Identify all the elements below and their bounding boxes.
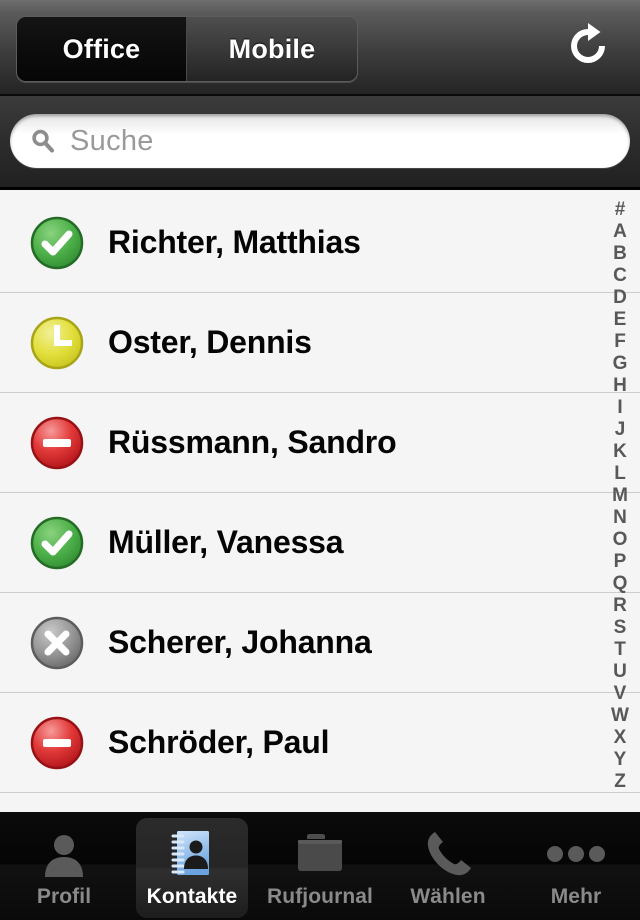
ellipsis-icon: [545, 828, 607, 880]
refresh-icon: [562, 20, 614, 77]
status-available-icon: [28, 214, 86, 272]
status-busy-icon: [28, 414, 86, 472]
segment-mobile-label: Mobile: [229, 34, 316, 65]
index-letter[interactable]: #: [600, 199, 640, 221]
search-placeholder: Suche: [70, 125, 154, 158]
segment-mobile[interactable]: Mobile: [187, 17, 357, 81]
contact-name: Richter, Matthias: [108, 224, 361, 261]
search-bar: Suche: [0, 96, 640, 190]
index-letter[interactable]: M: [600, 485, 640, 507]
segment-office-label: Office: [63, 34, 141, 65]
contacts-list[interactable]: Richter, Matthias Oster, Dennis: [0, 193, 640, 812]
index-letter[interactable]: E: [600, 309, 640, 331]
phone-handset-icon: [421, 828, 475, 880]
account-segmented-control[interactable]: Office Mobile: [16, 16, 358, 82]
top-bar: Office Mobile: [0, 0, 640, 96]
tab-kontakte-label: Kontakte: [147, 885, 238, 909]
index-letter[interactable]: S: [600, 617, 640, 639]
person-icon: [39, 828, 89, 880]
tab-waehlen-label: Wählen: [410, 885, 485, 909]
table-row[interactable]: Rüssmann, Sandro: [0, 393, 640, 493]
index-letter[interactable]: F: [600, 331, 640, 353]
tab-bar: Profil: [0, 812, 640, 920]
search-icon: [30, 128, 56, 154]
tab-waehlen[interactable]: Wählen: [384, 812, 512, 920]
table-row[interactable]: Scherer, Johanna: [0, 593, 640, 693]
index-letter[interactable]: J: [600, 419, 640, 441]
index-letter[interactable]: B: [600, 243, 640, 265]
tab-profil[interactable]: Profil: [0, 812, 128, 920]
contact-name: Scherer, Johanna: [108, 624, 372, 661]
contact-name: Rüssmann, Sandro: [108, 424, 396, 461]
search-input[interactable]: Suche: [10, 114, 630, 168]
index-letter[interactable]: A: [600, 221, 640, 243]
index-letter[interactable]: Z: [600, 771, 640, 793]
index-letter[interactable]: K: [600, 441, 640, 463]
table-row[interactable]: [0, 793, 640, 812]
index-letter[interactable]: D: [600, 287, 640, 309]
address-book-icon: [167, 828, 217, 880]
status-busy-icon: [28, 714, 86, 772]
index-letter[interactable]: C: [600, 265, 640, 287]
segment-office[interactable]: Office: [17, 17, 187, 81]
tab-mehr-label: Mehr: [551, 885, 602, 909]
index-letter[interactable]: T: [600, 639, 640, 661]
tab-mehr[interactable]: Mehr: [512, 812, 640, 920]
tab-rufjournal-label: Rufjournal: [267, 885, 373, 909]
index-letter[interactable]: G: [600, 353, 640, 375]
table-row[interactable]: Oster, Dennis: [0, 293, 640, 393]
index-letter[interactable]: R: [600, 595, 640, 617]
status-available-icon: [28, 514, 86, 572]
index-letter[interactable]: U: [600, 661, 640, 683]
table-row[interactable]: Richter, Matthias: [0, 193, 640, 293]
index-letter[interactable]: L: [600, 463, 640, 485]
folder-icon: [294, 828, 346, 880]
index-letter[interactable]: Y: [600, 749, 640, 771]
contacts-app-screen: Office Mobile Suche: [0, 0, 640, 920]
index-letter[interactable]: I: [600, 397, 640, 419]
status-away-icon: [28, 314, 86, 372]
index-letter[interactable]: X: [600, 727, 640, 749]
tab-rufjournal[interactable]: Rufjournal: [256, 812, 384, 920]
alphabet-index[interactable]: # A B C D E F G H I J K L M N O P Q R S …: [600, 193, 640, 812]
index-letter[interactable]: W: [600, 705, 640, 727]
contact-name: Schröder, Paul: [108, 724, 329, 761]
index-letter[interactable]: O: [600, 529, 640, 551]
index-letter[interactable]: N: [600, 507, 640, 529]
index-letter[interactable]: V: [600, 683, 640, 705]
contact-name: Müller, Vanessa: [108, 524, 343, 561]
refresh-button[interactable]: [558, 18, 618, 78]
table-row[interactable]: Schröder, Paul: [0, 693, 640, 793]
contact-name: Oster, Dennis: [108, 324, 312, 361]
index-letter[interactable]: Q: [600, 573, 640, 595]
tab-kontakte[interactable]: Kontakte: [128, 812, 256, 920]
index-letter[interactable]: P: [600, 551, 640, 573]
tab-profil-label: Profil: [37, 885, 91, 909]
status-offline-icon: [28, 614, 86, 672]
index-letter[interactable]: H: [600, 375, 640, 397]
table-row[interactable]: Müller, Vanessa: [0, 493, 640, 593]
